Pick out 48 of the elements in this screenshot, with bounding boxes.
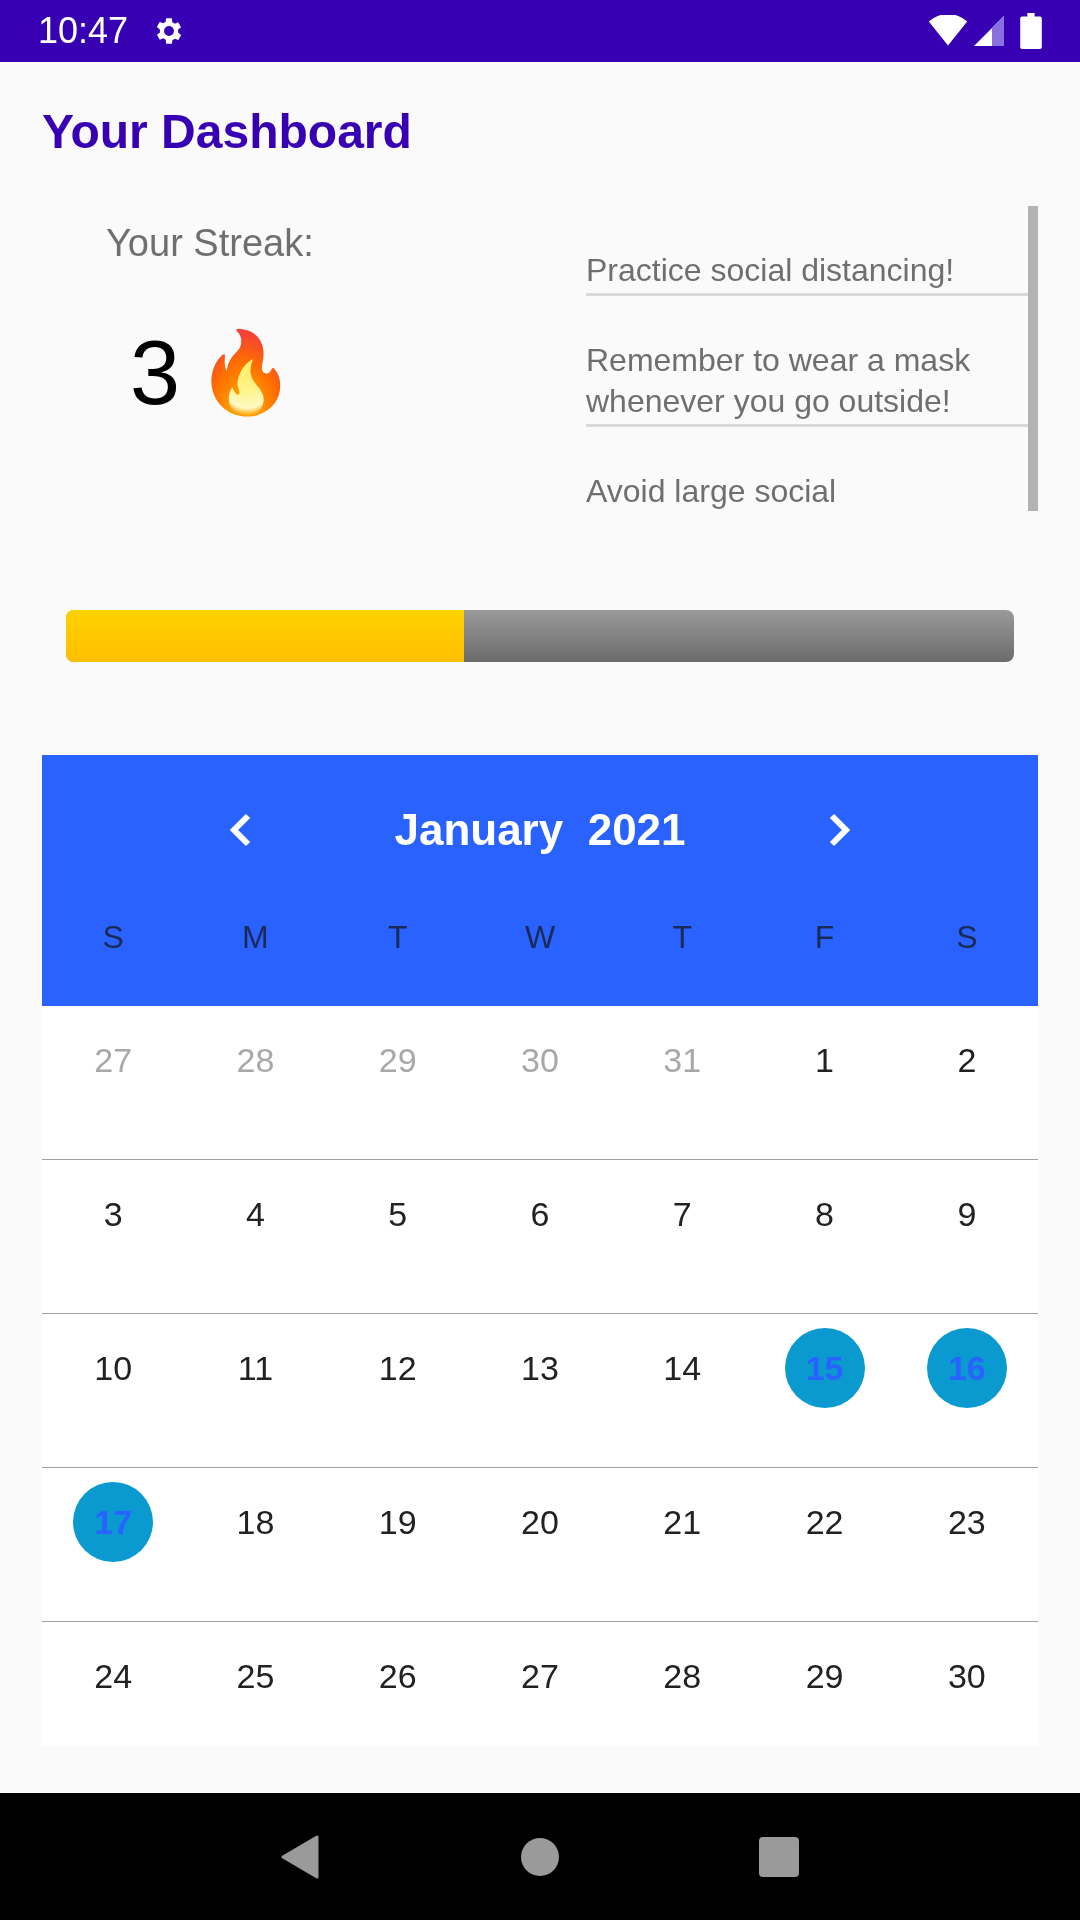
day-cell[interactable]: 19 (357, 1482, 438, 1562)
streak-count: 3 (130, 328, 181, 418)
weekday-label: T (672, 918, 693, 957)
day-cell[interactable]: 1 (784, 1020, 865, 1100)
home-icon[interactable] (521, 1837, 559, 1876)
day-cell[interactable]: 21 (642, 1482, 723, 1562)
weekday-label: F (814, 918, 835, 957)
tip-text: Avoid large social (586, 472, 838, 511)
day-cell[interactable]: 3 (73, 1174, 154, 1254)
weekday-label: T (387, 918, 408, 957)
weekday-label: S (956, 918, 978, 957)
day-cell[interactable]: 23 (926, 1482, 1007, 1562)
day-cell[interactable]: 12 (357, 1328, 438, 1408)
day-cell[interactable]: 7 (642, 1174, 723, 1254)
day-cell[interactable]: 28 (642, 1636, 723, 1716)
day-cell[interactable]: 9 (926, 1174, 1007, 1254)
month-title: January 2021 (393, 804, 687, 856)
day-cell[interactable]: 24 (73, 1636, 154, 1716)
day-cell[interactable]: 25 (215, 1636, 296, 1716)
signal-icon (974, 15, 1004, 47)
day-cell[interactable]: 11 (215, 1328, 296, 1408)
back-icon[interactable] (281, 1834, 321, 1879)
day-cell[interactable]: 30 (926, 1636, 1007, 1716)
day-cell[interactable]: 18 (215, 1482, 296, 1562)
weekday-label: M (242, 918, 269, 957)
status-time: 10:47 (38, 9, 129, 53)
wifi-icon (928, 15, 968, 47)
chevron-right-icon (828, 812, 852, 848)
streak-label: Your Streak: (106, 224, 315, 262)
page-title: Your Dashboard (42, 108, 413, 156)
chevron-left-icon (228, 812, 252, 848)
day-cell[interactable]: 22 (784, 1482, 865, 1562)
day-cell[interactable]: 13 (500, 1328, 580, 1408)
day-cell[interactable]: 29 (784, 1636, 865, 1716)
day-cell[interactable]: 5 (357, 1174, 438, 1254)
day-cell[interactable]: 26 (357, 1636, 438, 1716)
day-cell[interactable]: 4 (215, 1174, 296, 1254)
day-cell[interactable]: 27 (500, 1636, 580, 1716)
recents-icon[interactable] (759, 1836, 799, 1877)
day-cell[interactable]: 14 (642, 1328, 723, 1408)
day-cell[interactable]: 20 (500, 1482, 580, 1562)
day-cell[interactable]: 2 (926, 1020, 1007, 1100)
day-cell[interactable]: 8 (784, 1174, 865, 1254)
weekday-label: S (102, 918, 124, 957)
day-cell[interactable]: 6 (500, 1174, 580, 1254)
weekday-label: W (524, 918, 556, 957)
day-cell[interactable]: 10 (73, 1328, 154, 1408)
battery-icon (1020, 13, 1042, 49)
